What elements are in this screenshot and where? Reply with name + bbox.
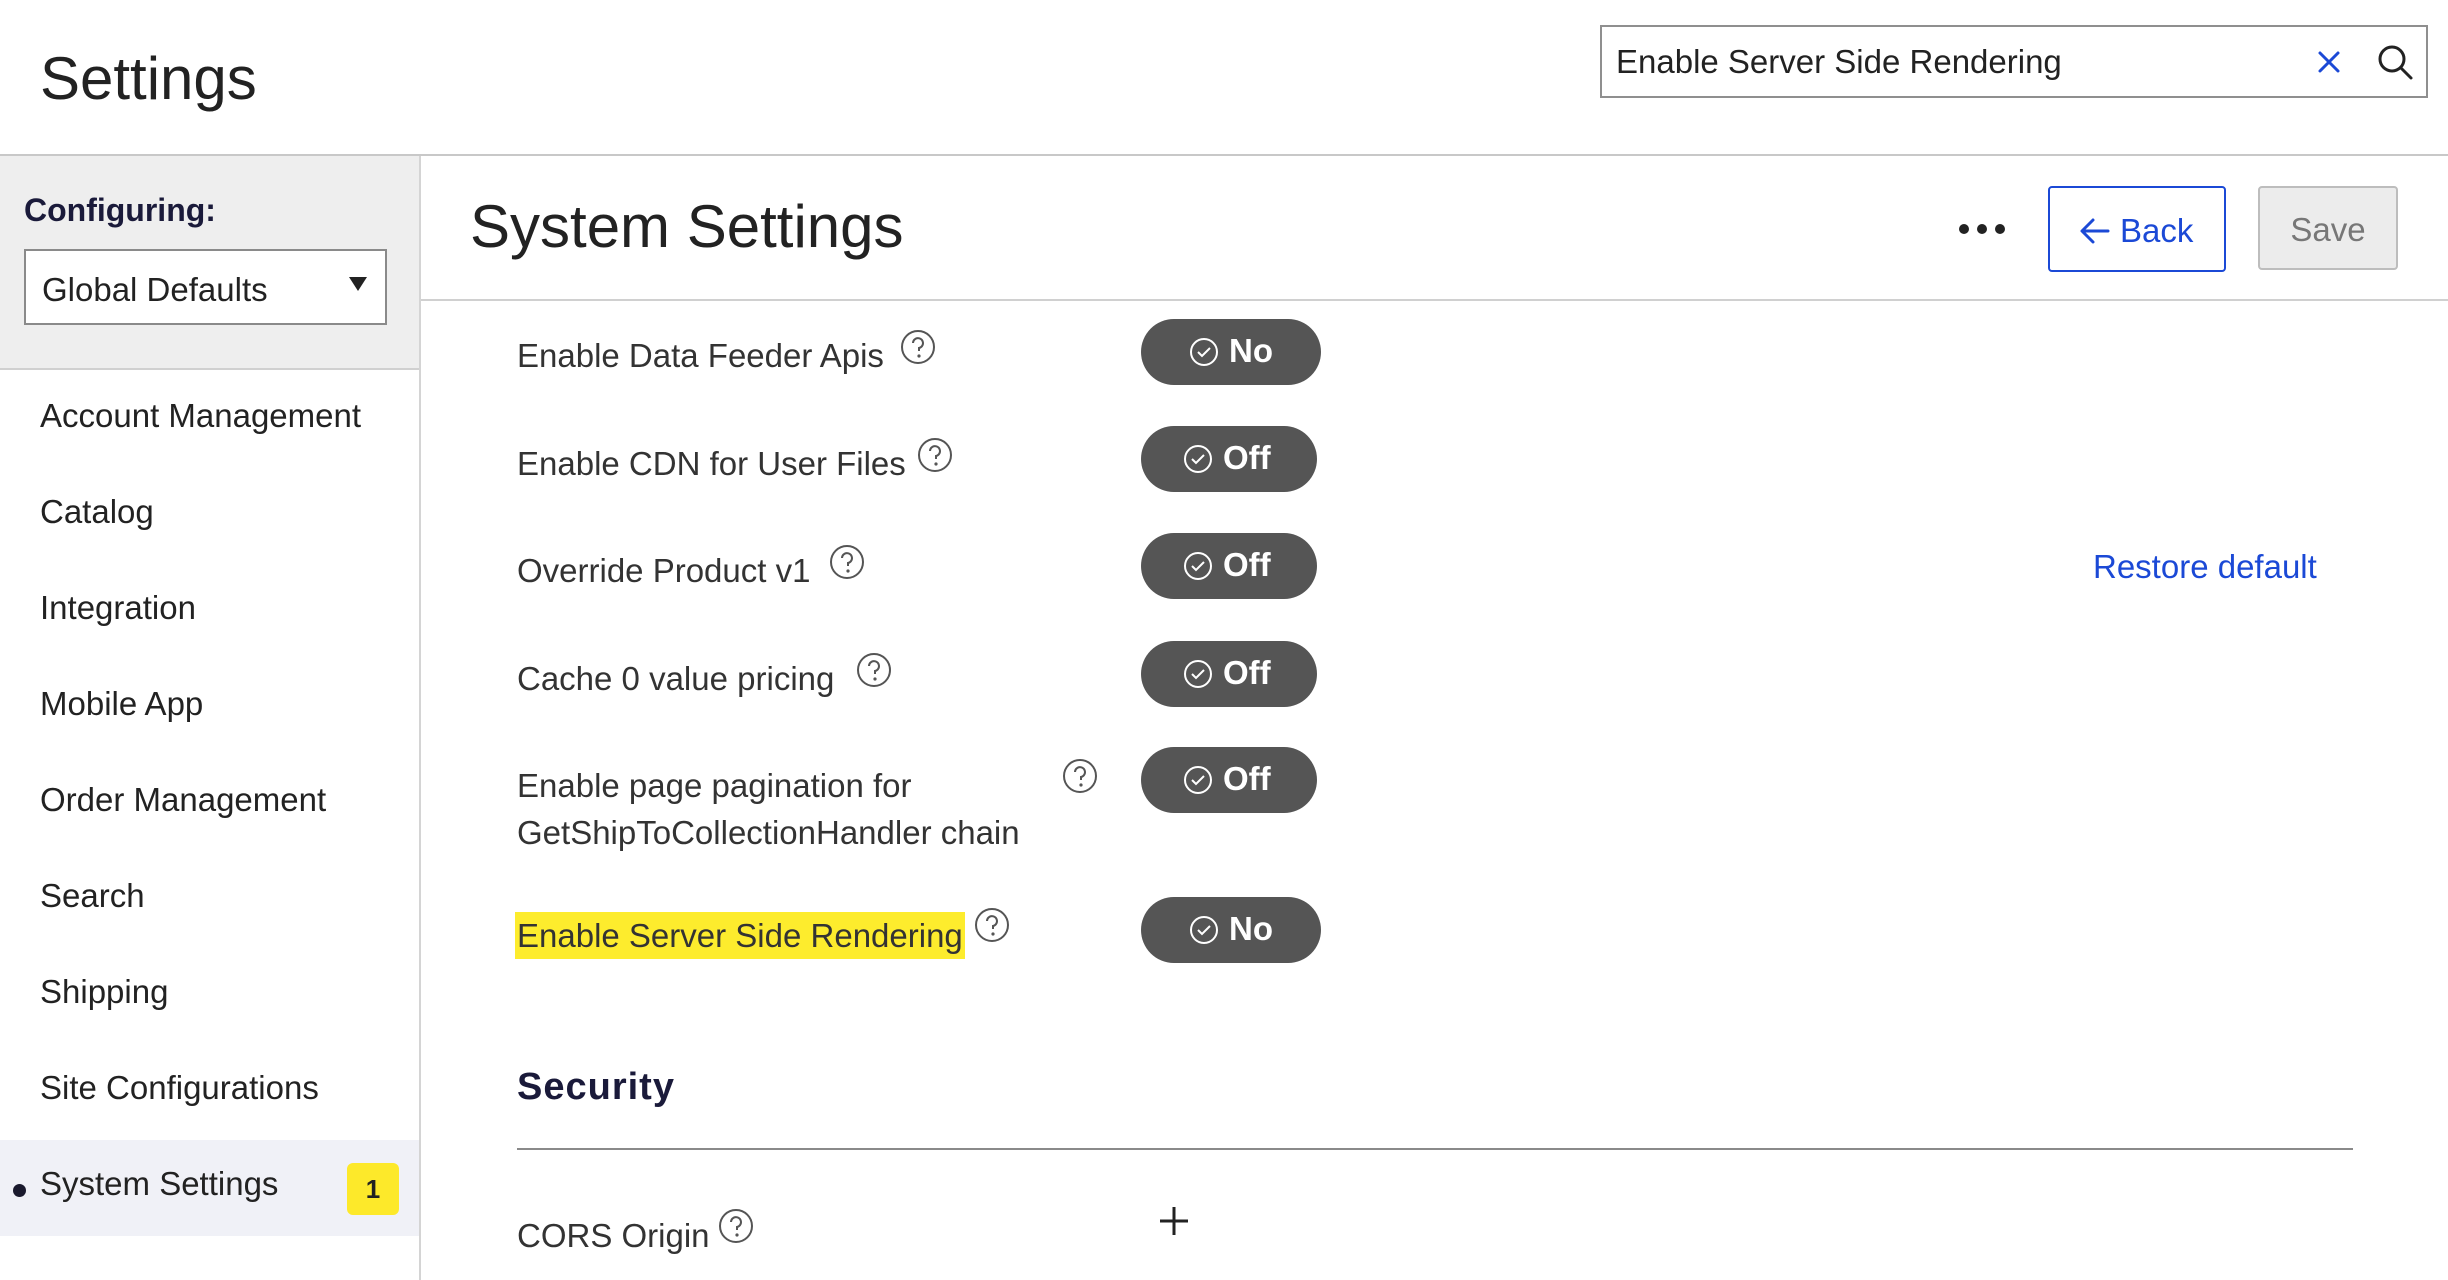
help-icon[interactable] [717,1207,755,1245]
setting-label-data-feeder-apis: Enable Data Feeder Apis [517,337,884,374]
help-icon[interactable] [1061,757,1099,795]
restore-default-link[interactable]: Restore default [2093,548,2317,586]
sidebar-item-label: System Settings [40,1165,279,1202]
main-content: System Settings Back Save Enable Data Fe… [421,156,2448,1280]
sidebar: Configuring: Global Defaults Account Man… [0,156,421,1280]
sidebar-item-label: Integration [40,589,196,626]
configuring-select[interactable]: Global Defaults [24,249,387,325]
check-circle-icon [1184,660,1212,688]
more-options-icon[interactable] [1951,214,2015,244]
top-bar: Settings Enable Server Side Rendering [0,0,2448,156]
active-indicator-dot [13,1184,26,1197]
help-icon[interactable] [916,436,954,474]
save-button[interactable]: Save [2258,186,2398,270]
configuring-label: Configuring: [24,192,216,228]
setting-label-server-side-rendering: Enable Server Side Rendering [515,912,965,959]
page-header: System Settings Back Save [421,156,2448,301]
toggle-override-product-v1[interactable]: Off [1141,533,1317,599]
setting-label-cache-zero-pricing: Cache 0 value pricing [517,660,835,697]
section-divider [517,1148,2353,1150]
sidebar-item-shipping[interactable]: Shipping [0,948,419,1044]
help-icon[interactable] [855,651,893,689]
sidebar-item-search[interactable]: Search [0,852,419,948]
check-circle-icon [1190,916,1218,944]
back-button-label: Back [2120,212,2194,249]
close-icon[interactable] [2310,43,2348,81]
count-badge: 1 [347,1163,399,1215]
caret-down-icon [349,277,367,291]
section-title-security: Security [517,1066,675,1108]
search-icon[interactable] [2374,41,2416,83]
sidebar-item-label: Catalog [40,493,154,530]
configuring-panel: Configuring: Global Defaults [0,156,419,370]
setting-label-override-product-v1: Override Product v1 [517,552,811,589]
toggle-value: Off [1223,439,1271,476]
sidebar-item-account-management[interactable]: Account Management [0,372,419,468]
check-circle-icon [1190,338,1218,366]
check-circle-icon [1184,445,1212,473]
sidebar-item-order-management[interactable]: Order Management [0,756,419,852]
configuring-select-value: Global Defaults [42,271,268,308]
sidebar-item-system-settings[interactable]: System Settings 1 [0,1140,419,1236]
setting-label-page-pagination-line2: GetShipToCollectionHandler chain [517,814,1020,851]
toggle-cache-zero-pricing[interactable]: Off [1141,641,1317,707]
app-title: Settings [40,45,257,112]
toggle-value: Off [1223,546,1271,583]
sidebar-item-mobile-app[interactable]: Mobile App [0,660,419,756]
toggle-value: Off [1223,654,1271,691]
page-title: System Settings [470,193,904,260]
search-input-value[interactable]: Enable Server Side Rendering [1616,43,2062,81]
check-circle-icon [1184,552,1212,580]
sidebar-item-label: Search [40,877,145,914]
arrow-left-icon [2080,218,2110,244]
sidebar-item-catalog[interactable]: Catalog [0,468,419,564]
toggle-value: Off [1223,760,1271,797]
toggle-page-pagination[interactable]: Off [1141,747,1317,813]
sidebar-item-label: Site Configurations [40,1069,319,1106]
plus-icon[interactable] [1157,1204,1191,1238]
search-input[interactable]: Enable Server Side Rendering [1600,25,2428,98]
setting-label-page-pagination-line1: Enable page pagination for [517,767,912,804]
toggle-value: No [1229,910,1273,947]
save-button-label: Save [2290,211,2366,248]
sidebar-item-label: Shipping [40,973,169,1010]
toggle-data-feeder-apis[interactable]: No [1141,319,1321,385]
sidebar-item-label: Account Management [40,397,362,434]
toggle-server-side-rendering[interactable]: No [1141,897,1321,963]
check-circle-icon [1184,766,1212,794]
toggle-value: No [1229,332,1273,369]
setting-label-cors-origin: CORS Origin [517,1217,710,1254]
toggle-cdn-user-files[interactable]: Off [1141,426,1317,492]
help-icon[interactable] [973,906,1011,944]
sidebar-item-label: Mobile App [40,685,204,722]
setting-label-cdn-user-files: Enable CDN for User Files [517,445,906,482]
sidebar-item-site-configurations[interactable]: Site Configurations [0,1044,419,1140]
back-button[interactable]: Back [2048,186,2226,272]
sidebar-item-label: Order Management [40,781,327,818]
help-icon[interactable] [828,543,866,581]
sidebar-item-integration[interactable]: Integration [0,564,419,660]
help-icon[interactable] [899,328,937,366]
